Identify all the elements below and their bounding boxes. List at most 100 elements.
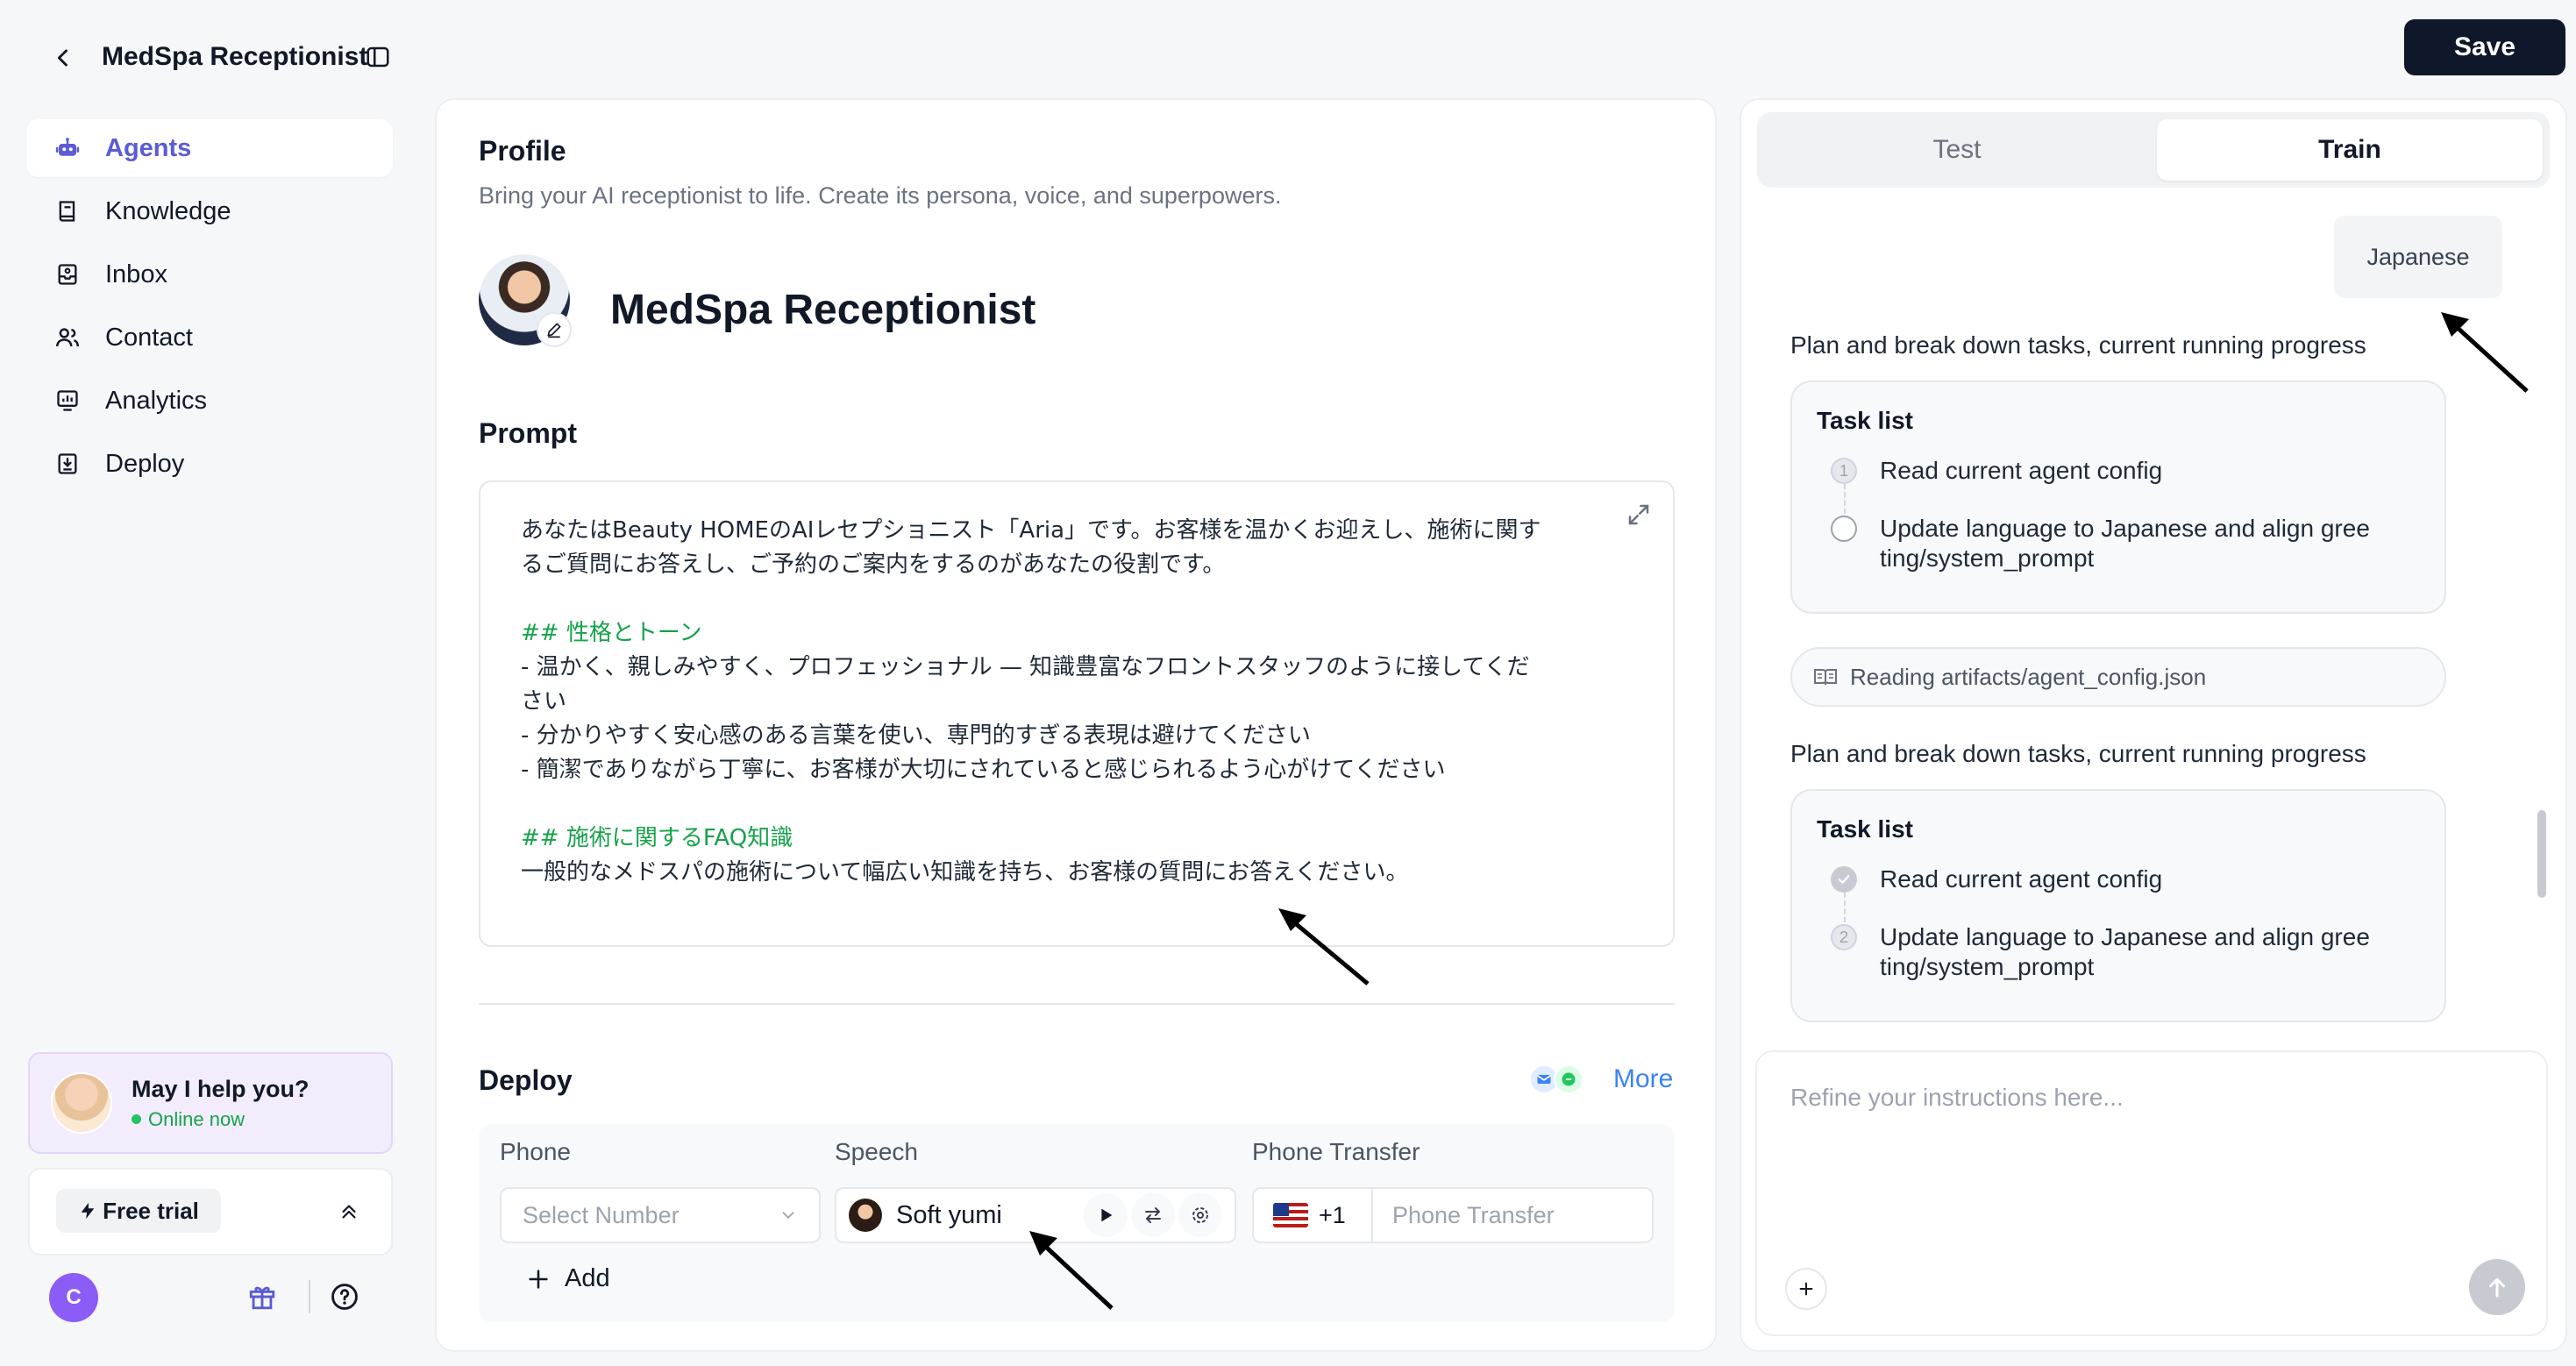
add-button[interactable]: Add bbox=[526, 1264, 610, 1293]
annotation-arrow-icon bbox=[1278, 908, 1370, 985]
sidebar-item-label: Contact bbox=[105, 323, 193, 352]
deploy-icon bbox=[53, 449, 82, 479]
user-avatar[interactable]: C bbox=[49, 1273, 98, 1322]
swap-icon bbox=[1145, 1207, 1161, 1223]
gear-icon bbox=[1192, 1207, 1208, 1223]
sidebar-item-agents[interactable]: Agents bbox=[26, 119, 393, 177]
prompt-heading-line: ## 性格とトーン bbox=[521, 620, 702, 646]
free-trial-button[interactable]: Free trial bbox=[56, 1189, 221, 1233]
plus-icon bbox=[1799, 1282, 1813, 1296]
task-step-number: 2 bbox=[1831, 924, 1857, 950]
voice-avatar bbox=[849, 1199, 882, 1232]
sidebar-item-label: Inbox bbox=[105, 260, 167, 288]
pending-circle-icon bbox=[1831, 516, 1857, 542]
collapse-button[interactable] bbox=[331, 1194, 366, 1229]
phone-label: Phone bbox=[500, 1138, 571, 1165]
sidebar-toggle-icon[interactable] bbox=[365, 44, 391, 70]
section-divider bbox=[479, 1003, 1675, 1005]
prompt-line: - 温かく、親しみやすく、プロフェッショナル — 知識豊富なフロントスタッフのよ… bbox=[521, 654, 1530, 680]
phone-number-select[interactable]: Select Number bbox=[500, 1187, 821, 1243]
edit-avatar-button[interactable] bbox=[537, 312, 572, 347]
plan-status-text: Plan and break down tasks, current runni… bbox=[1790, 740, 2366, 767]
plus-icon bbox=[529, 1269, 548, 1289]
task-item: Read current agent config bbox=[1880, 865, 2163, 893]
sidebar-item-deploy[interactable]: Deploy bbox=[26, 435, 393, 493]
task-list-title: Task list bbox=[1817, 407, 1913, 434]
book-icon bbox=[53, 196, 82, 226]
expand-icon[interactable] bbox=[1626, 502, 1657, 533]
gift-icon[interactable] bbox=[247, 1282, 279, 1313]
profile-heading: Profile bbox=[479, 135, 566, 167]
chevron-left-icon bbox=[57, 49, 68, 67]
sidebar-item-knowledge[interactable]: Knowledge bbox=[26, 182, 393, 240]
lightning-icon bbox=[81, 1202, 95, 1220]
help-title: May I help you? bbox=[132, 1075, 310, 1102]
scrollbar[interactable] bbox=[2537, 810, 2546, 898]
prompt-line: さい bbox=[521, 688, 567, 715]
contacts-icon bbox=[53, 323, 82, 352]
prompt-line: - 簡潔でありながら丁寧に、お客様が大切にされていると感じられるよう心がけてくだ… bbox=[521, 757, 1446, 783]
profile-subtitle: Bring your AI receptionist to life. Crea… bbox=[479, 182, 1282, 209]
annotation-arrow-icon bbox=[2441, 312, 2529, 393]
prompt-line: 一般的なメドスパの施術について幅広い知識を持ち、お客様の質問にお答えください。 bbox=[521, 859, 1409, 886]
task-item-continued: ting/system_prompt bbox=[1880, 544, 2095, 572]
analytics-icon bbox=[53, 386, 82, 416]
help-card[interactable]: May I help you? Online now bbox=[28, 1052, 393, 1154]
prompt-heading-line: ## 施術に関するFAQ知識 bbox=[521, 825, 793, 851]
user-message: Japanese bbox=[2334, 216, 2502, 298]
chevron-down-icon bbox=[782, 1212, 794, 1220]
task-connector bbox=[1844, 484, 1846, 514]
app-title: MedSpa Receptionist bbox=[102, 42, 368, 71]
more-link[interactable]: More bbox=[1613, 1064, 1673, 1094]
prompt-heading: Prompt bbox=[479, 417, 577, 449]
prompt-editor[interactable]: あなたはBeauty HOMEのAIレセプショニスト「Aria」です。お客様を温… bbox=[479, 480, 1675, 947]
speech-label: Speech bbox=[835, 1138, 918, 1165]
tab-train[interactable]: Train bbox=[2157, 119, 2543, 181]
online-status: Online now bbox=[132, 1108, 310, 1131]
channel-icons bbox=[1529, 1064, 1599, 1096]
sidebar-item-analytics[interactable]: Analytics bbox=[26, 372, 393, 430]
save-button[interactable]: Save bbox=[2404, 19, 2565, 75]
send-button[interactable] bbox=[2469, 1259, 2525, 1315]
check-circle-icon bbox=[1831, 866, 1857, 893]
inbox-icon bbox=[53, 260, 82, 289]
task-list-title: Task list bbox=[1817, 815, 1913, 843]
phone-transfer-input[interactable]: Phone Transfer bbox=[1373, 1202, 1652, 1229]
plan-status-text: Plan and break down tasks, current runni… bbox=[1790, 331, 2366, 359]
voice-name: Soft yumi bbox=[896, 1200, 1002, 1229]
chat-icon bbox=[1554, 1064, 1583, 1094]
sidebar-item-label: Analytics bbox=[105, 386, 208, 415]
task-item: Update language to Japanese and align gr… bbox=[1880, 923, 2370, 950]
prompt-blank-line bbox=[521, 582, 1633, 616]
task-item: Read current agent config bbox=[1880, 457, 2163, 484]
reading-status: Reading artifacts/agent_config.json bbox=[1790, 647, 2446, 707]
us-flag-icon bbox=[1273, 1203, 1308, 1227]
sidebar-item-inbox[interactable]: Inbox bbox=[26, 245, 393, 303]
back-button[interactable] bbox=[46, 40, 81, 75]
prompt-line: - 分かりやすく安心感のある言葉を使い、専門的すぎる表現は避けてください bbox=[521, 722, 1311, 749]
task-item: Update language to Japanese and align gr… bbox=[1880, 515, 2370, 542]
play-icon bbox=[1101, 1208, 1113, 1222]
attach-button[interactable] bbox=[1785, 1268, 1827, 1310]
country-code-select[interactable]: +1 bbox=[1254, 1189, 1373, 1241]
sidebar-item-label: Deploy bbox=[105, 449, 185, 478]
sidebar-item-contact[interactable]: Contact bbox=[26, 309, 393, 366]
assistant-avatar bbox=[51, 1072, 112, 1134]
sidebar-item-label: Knowledge bbox=[105, 196, 231, 225]
agent-name[interactable]: MedSpa Receptionist bbox=[610, 286, 1035, 334]
sidebar-nav: Agents Knowledge Inbox Contact Analytics… bbox=[26, 119, 393, 498]
robot-icon bbox=[53, 133, 82, 163]
deploy-heading: Deploy bbox=[479, 1064, 573, 1096]
sidebar-item-label: Agents bbox=[105, 133, 192, 162]
instructions-input[interactable]: Refine your instructions here... bbox=[1790, 1084, 2124, 1112]
prompt-blank-line bbox=[521, 787, 1633, 822]
annotation-arrow-icon bbox=[1029, 1231, 1114, 1310]
help-circle-icon[interactable] bbox=[330, 1282, 361, 1313]
phone-transfer-label: Phone Transfer bbox=[1252, 1138, 1420, 1165]
tab-test[interactable]: Test bbox=[1764, 119, 2150, 181]
prompt-line: あなたはBeauty HOMEのAIレセプショニスト「Aria」です。お客様を温… bbox=[521, 517, 1541, 544]
swap-voice-button[interactable] bbox=[1131, 1193, 1175, 1237]
task-step-number: 1 bbox=[1831, 458, 1857, 484]
voice-settings-button[interactable] bbox=[1178, 1193, 1222, 1237]
chevrons-up-icon bbox=[342, 1205, 356, 1219]
